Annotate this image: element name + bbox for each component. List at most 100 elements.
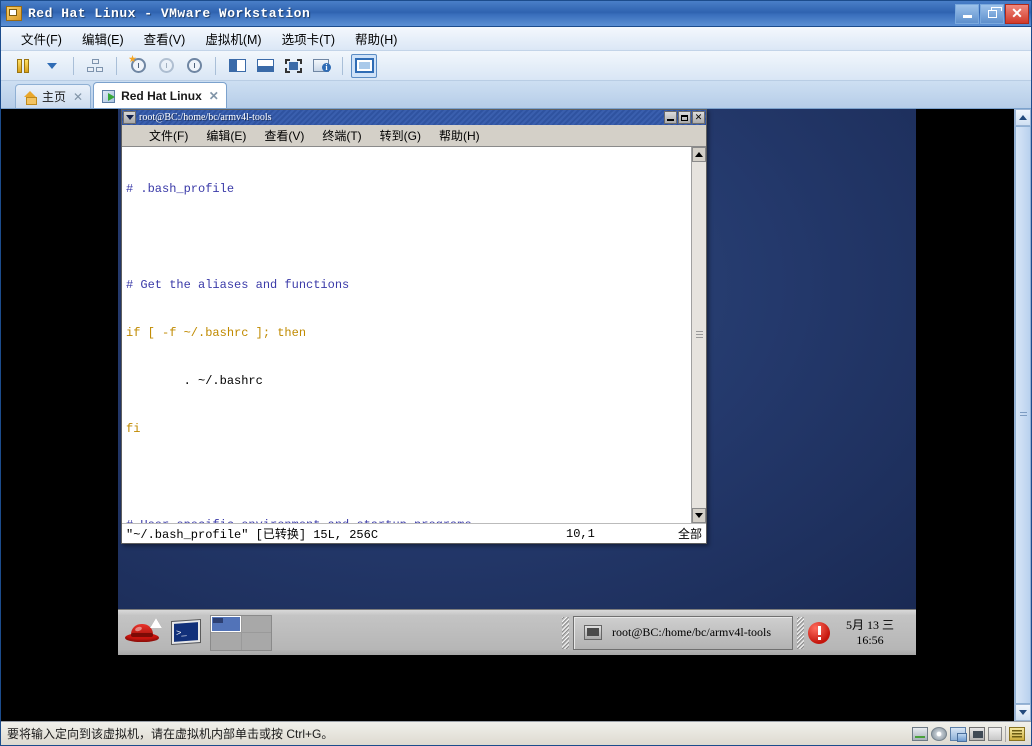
close-button[interactable]: ✕ [1005,3,1029,24]
workspace-2[interactable] [241,615,271,632]
vm-running-icon [102,89,116,103]
vim-line: # User specific environment and startup … [126,517,691,523]
terminal-maximize-button[interactable] [678,111,691,124]
tab-home[interactable]: 主页 ✕ [15,84,92,108]
toolbar-separator [73,56,74,75]
vim-status-file: "~/.bash_profile" [已转换] 15L, 256C [126,528,379,542]
update-alert-icon[interactable] [808,621,830,644]
applications-menu-redhat-icon[interactable] [122,613,162,653]
usb-status-icon[interactable] [969,726,985,741]
terminal-titlebar[interactable]: root@BC:/home/bc/armv4l-tools ✕ [122,110,706,125]
home-icon [24,90,37,105]
vmware-statusbar: 要将输入定向到该虚拟机，请在虚拟机内部单击或按 Ctrl+G。 [1,721,1031,745]
term-menu-terminal[interactable]: 终端(T) [313,125,370,146]
toolbar-separator [116,56,117,75]
terminal-scroll-track[interactable] [692,162,706,508]
restore-button[interactable] [980,3,1004,24]
terminal-launcher-icon[interactable]: >_ [166,613,206,653]
terminal-minimize-button[interactable] [664,111,677,124]
hard-disk-status-icon[interactable] [912,726,928,741]
guest-screen[interactable]: root@BC:/home/bc/armv4l-tools ✕ 文件(F) 编辑… [118,109,916,655]
network-status-icon[interactable] [950,726,967,742]
window-menu-icon[interactable] [123,111,136,124]
vim-status-line: "~/.bash_profile" [已转换] 15L, 256C 10,1 全… [122,523,706,543]
snapshot-manager-button[interactable] [82,54,108,78]
panel-drag-handle[interactable] [562,616,569,649]
menu-tabs[interactable]: 选项卡(T) [272,27,345,50]
take-snapshot-button[interactable] [125,54,151,78]
term-menu-file[interactable]: 文件(F) [140,125,197,146]
thumbnail-bar-icon [256,59,274,72]
terminal-scroll-down-icon[interactable] [692,508,706,523]
guest-taskbar-panel: >_ root@BC:/home/bc/armv4l-tools 5月 13 三… [118,609,916,655]
tab-red-hat-linux-close-icon[interactable]: ✕ [209,89,219,103]
terminal-close-button[interactable]: ✕ [692,111,705,124]
fit-guest-button[interactable] [280,54,306,78]
vim-line: if [ -f ~/.bashrc ]; then [126,325,691,341]
taskbar-window-label: root@BC:/home/bc/armv4l-tools [612,625,772,639]
menu-help[interactable]: 帮助(H) [345,27,407,50]
term-menu-help[interactable]: 帮助(H) [430,125,489,146]
tab-home-close-icon[interactable]: ✕ [73,90,83,104]
console-scroll-thumb[interactable] [1015,126,1031,704]
terminal-body[interactable]: # .bash_profile # Get the aliases and fu… [122,147,706,523]
menu-view[interactable]: 查看(V) [134,27,196,50]
menu-edit[interactable]: 编辑(E) [72,27,134,50]
terminal-scrollbar[interactable] [691,147,706,523]
vim-status-position: 10,1 [566,526,595,541]
terminal-window[interactable]: root@BC:/home/bc/armv4l-tools ✕ 文件(F) 编辑… [121,109,707,544]
workspace-3[interactable] [211,633,241,650]
vim-line-text: fi [126,422,141,436]
toolbar-separator [215,56,216,75]
vim-line: # .bash_profile [126,181,691,197]
statusbar-device-icons [912,725,1025,742]
tab-red-hat-linux-label: Red Hat Linux [121,88,202,103]
vim-line-text: # User specific environment and startup … [126,518,472,523]
pause-icon [17,58,31,73]
show-sidebar-button[interactable] [224,54,250,78]
console-scroll-up-icon[interactable] [1015,109,1031,126]
revert-snapshot-button[interactable] [153,54,179,78]
console-scroll-down-icon[interactable] [1015,704,1031,721]
taskbar-window-button[interactable]: root@BC:/home/bc/armv4l-tools [573,615,793,650]
vim-status-scroll: 全部 [677,527,702,541]
fullscreen-button[interactable] [351,53,377,78]
panel-clock-date: 5月 13 三 [845,617,894,632]
terminal-menubar: 文件(F) 编辑(E) 查看(V) 终端(T) 转到(G) 帮助(H) [122,125,706,147]
suspend-dropdown[interactable] [39,54,65,78]
tab-red-hat-linux[interactable]: Red Hat Linux ✕ [93,82,227,108]
printer-status-icon[interactable] [988,726,1002,741]
menu-vm[interactable]: 虚拟机(M) [195,27,271,50]
term-menu-view[interactable]: 查看(V) [255,125,313,146]
minimize-button[interactable] [955,3,979,24]
panel-drag-handle[interactable] [797,616,804,649]
vim-line: # Get the aliases and functions [126,277,691,293]
vim-line: . ~/.bashrc [126,373,691,389]
vm-console-area[interactable]: root@BC:/home/bc/armv4l-tools ✕ 文件(F) 编辑… [1,109,1031,721]
suspend-button[interactable] [11,54,37,78]
vim-line-text: # .bash_profile [126,182,235,196]
fit-guest-icon [284,58,302,73]
term-menu-go[interactable]: 转到(G) [371,125,430,146]
vm-settings-button[interactable] [308,54,334,78]
console-vertical-scrollbar[interactable] [1014,109,1031,721]
workspace-switcher[interactable] [210,614,272,651]
terminal-icon: >_ [170,618,202,646]
terminal-scroll-up-icon[interactable] [692,147,706,162]
workspace-4[interactable] [241,633,271,650]
update-warning-icon [150,618,162,628]
show-thumbnail-bar-button[interactable] [252,54,278,78]
cd-dvd-status-icon[interactable] [931,726,947,741]
vim-line-text: if [ -f ~/.bashrc ]; then [126,326,307,340]
panel-clock[interactable]: 5月 13 三 16:56 [834,618,912,648]
toolbar-separator [342,56,343,75]
snapshot-manage-icon [186,58,202,73]
tab-home-label: 主页 [42,90,67,104]
sound-status-icon[interactable] [1009,726,1025,741]
vim-editor-text[interactable]: # .bash_profile # Get the aliases and fu… [122,147,691,523]
workspace-1[interactable] [211,615,241,632]
term-menu-edit[interactable]: 编辑(E) [197,125,255,146]
vim-line-text: . ~/.bashrc [126,374,263,388]
manage-snapshots-button[interactable] [181,54,207,78]
menu-file[interactable]: 文件(F) [11,27,72,50]
